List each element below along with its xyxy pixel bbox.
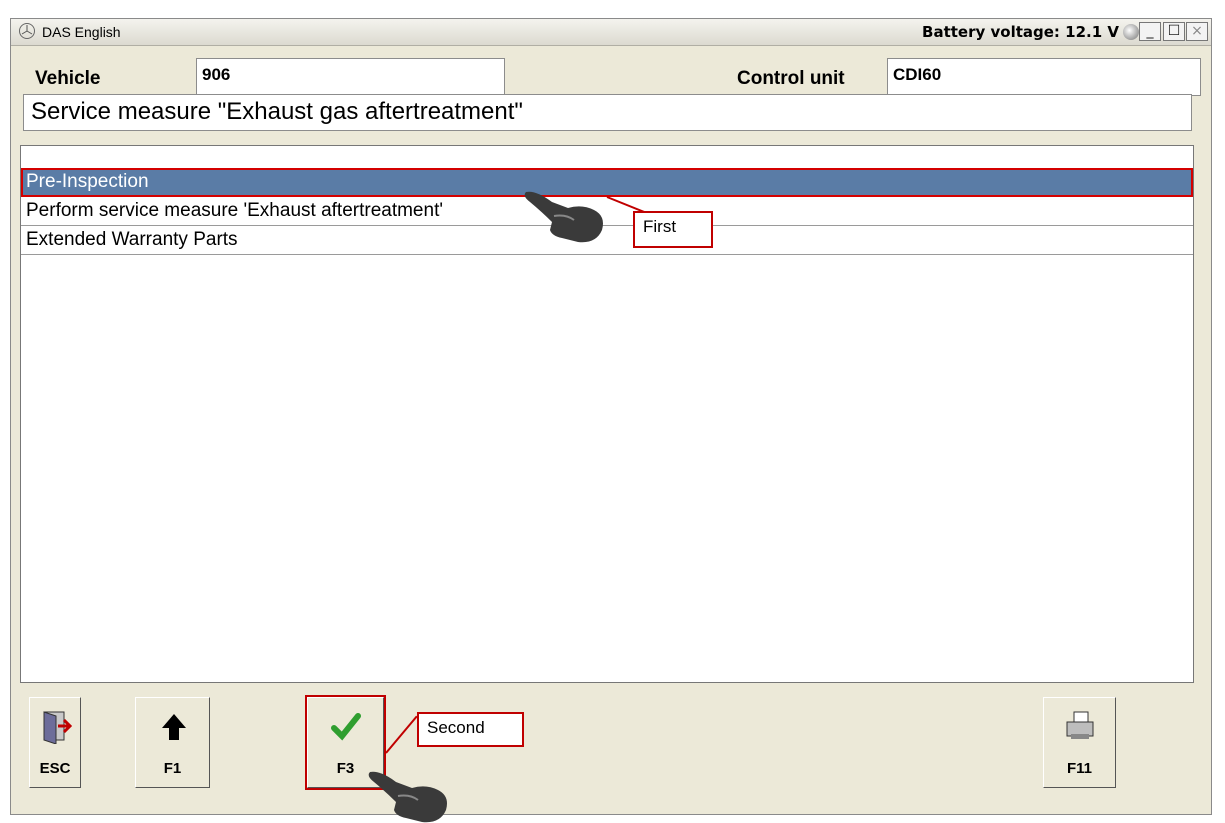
control-unit-field: CDI60 <box>887 58 1201 96</box>
esc-key-label: ESC <box>39 760 71 777</box>
exit-door-icon <box>43 711 72 744</box>
minimize-button[interactable]: _ <box>1139 22 1161 41</box>
mercedes-star-icon <box>19 23 35 39</box>
vehicle-label: Vehicle <box>35 68 101 89</box>
f11-button[interactable]: F11 <box>1043 697 1116 788</box>
up-arrow-icon <box>162 714 186 740</box>
maximize-button[interactable]: ☐ <box>1163 22 1185 41</box>
f1-key-label: F1 <box>163 760 182 777</box>
battery-status-icon <box>1123 24 1139 40</box>
pointing-hand-icon <box>368 771 447 823</box>
first-callout: First <box>633 211 713 248</box>
battery-voltage: Battery voltage: 12.1 V <box>922 23 1119 41</box>
f11-key-label: F11 <box>1066 760 1093 777</box>
printer-icon <box>1066 711 1094 739</box>
control-unit-label: Control unit <box>737 68 845 89</box>
close-button[interactable]: × <box>1186 22 1208 41</box>
esc-button[interactable]: ESC <box>29 697 81 788</box>
vehicle-field: 906 <box>196 58 505 96</box>
window-title: DAS English <box>42 24 121 40</box>
f1-button[interactable]: F1 <box>135 697 210 788</box>
checkmark-icon <box>331 713 361 741</box>
pointing-hand-icon <box>524 191 603 243</box>
second-callout: Second <box>417 712 524 747</box>
page-title: Service measure "Exhaust gas aftertreatm… <box>23 94 1192 131</box>
title-bar: DAS English Battery voltage: 12.1 V _ ☐ … <box>11 19 1211 46</box>
